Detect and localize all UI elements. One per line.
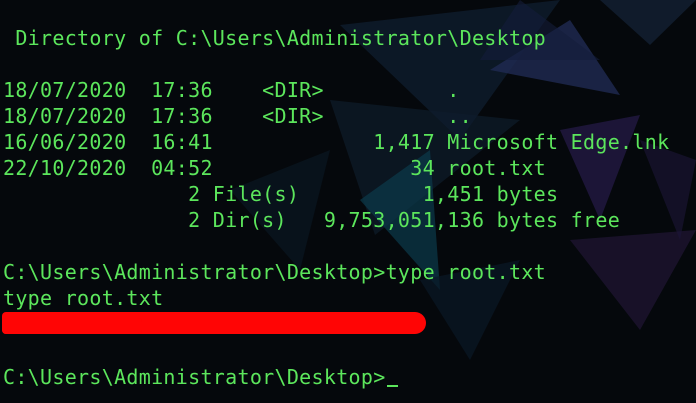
terminal-line: type root.txt bbox=[3, 286, 164, 310]
terminal-line: 2 File(s) 1,451 bytes bbox=[3, 182, 559, 206]
terminal-line: 2 Dir(s) 9,753,051,136 bytes free bbox=[3, 208, 621, 232]
terminal-cursor bbox=[386, 385, 398, 387]
terminal-line: Directory of C:\Users\Administrator\Desk… bbox=[3, 26, 547, 50]
terminal-prompt-line[interactable]: C:\Users\Administrator\Desktop> bbox=[3, 364, 398, 390]
redaction-mark bbox=[2, 312, 426, 334]
terminal-line: 18/07/2020 17:36 <DIR> .. bbox=[3, 104, 472, 128]
terminal-line: 16/06/2020 16:41 1,417 Microsoft Edge.ln… bbox=[3, 130, 670, 154]
terminal-line: 22/10/2020 04:52 34 root.txt bbox=[3, 156, 547, 180]
terminal-line: 18/07/2020 17:36 <DIR> . bbox=[3, 78, 460, 102]
terminal-window[interactable]: Directory of C:\Users\Administrator\Desk… bbox=[0, 0, 696, 403]
terminal-prompt: C:\Users\Administrator\Desktop> bbox=[3, 365, 386, 389]
terminal-line: C:\Users\Administrator\Desktop>type root… bbox=[3, 260, 547, 284]
